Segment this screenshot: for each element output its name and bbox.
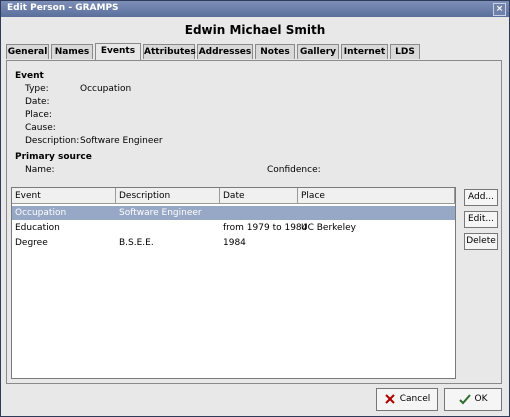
primary-source-title: Primary source bbox=[15, 152, 92, 162]
cancel-icon bbox=[385, 393, 395, 404]
close-icon[interactable]: × bbox=[493, 3, 506, 16]
edit-person-window: Edit Person - GRAMPS × Edwin Michael Smi… bbox=[0, 0, 510, 417]
edit-button[interactable]: Edit... bbox=[464, 211, 498, 228]
events-panel: Event Type: Occupation Date: Place: Caus… bbox=[6, 60, 502, 384]
description-value: Software Engineer bbox=[80, 136, 163, 146]
delete-button[interactable]: Delete bbox=[464, 233, 498, 250]
cause-label: Cause: bbox=[25, 123, 56, 133]
table-row[interactable]: Occupation Software Engineer bbox=[12, 206, 455, 220]
place-cell: UC Berkeley bbox=[301, 223, 356, 233]
column-header-description[interactable]: Description bbox=[116, 188, 220, 204]
table-row[interactable]: Education from 1979 to 1984 UC Berkeley bbox=[12, 221, 455, 235]
tab-names[interactable]: Names bbox=[51, 44, 93, 59]
ok-checkmark-icon bbox=[458, 393, 471, 404]
cancel-button[interactable]: Cancel bbox=[376, 388, 438, 411]
window-title: Edit Person - GRAMPS bbox=[7, 3, 119, 13]
events-list[interactable]: Event Description Date Place Occupation … bbox=[11, 187, 456, 379]
ok-label: OK bbox=[474, 394, 488, 404]
column-header-date[interactable]: Date bbox=[220, 188, 298, 204]
date-cell: 1984 bbox=[223, 238, 246, 248]
confidence-label: Confidence: bbox=[267, 165, 321, 175]
cancel-label: Cancel bbox=[399, 394, 431, 404]
type-label: Type: bbox=[25, 84, 49, 94]
tab-attributes[interactable]: Attributes bbox=[143, 44, 196, 59]
tab-lds[interactable]: LDS bbox=[390, 44, 420, 59]
place-label: Place: bbox=[25, 110, 52, 120]
column-header-event[interactable]: Event bbox=[12, 188, 116, 204]
column-header-place[interactable]: Place bbox=[298, 188, 455, 204]
ok-button[interactable]: OK bbox=[444, 388, 502, 411]
type-value: Occupation bbox=[80, 84, 132, 94]
date-label: Date: bbox=[25, 97, 50, 107]
description-cell: Software Engineer bbox=[119, 208, 202, 218]
description-cell: B.S.E.E. bbox=[119, 238, 154, 248]
tab-addresses[interactable]: Addresses bbox=[197, 44, 253, 59]
table-row[interactable]: Degree B.S.E.E. 1984 bbox=[12, 236, 455, 250]
event-cell: Occupation bbox=[15, 208, 67, 218]
source-name-label: Name: bbox=[25, 165, 55, 175]
date-cell: from 1979 to 1984 bbox=[223, 223, 308, 233]
tab-general[interactable]: General bbox=[6, 44, 49, 59]
tab-internet[interactable]: Internet bbox=[341, 44, 388, 59]
event-cell: Education bbox=[15, 223, 60, 233]
person-name: Edwin Michael Smith bbox=[184, 23, 326, 37]
tab-gallery[interactable]: Gallery bbox=[297, 44, 339, 59]
tab-notes[interactable]: Notes bbox=[255, 44, 295, 59]
tab-events[interactable]: Events bbox=[95, 43, 141, 60]
titlebar[interactable]: Edit Person - GRAMPS × bbox=[1, 1, 509, 17]
description-label: Description: bbox=[25, 136, 80, 146]
add-button[interactable]: Add... bbox=[464, 189, 498, 206]
event-section-title: Event bbox=[15, 71, 44, 81]
event-cell: Degree bbox=[15, 238, 48, 248]
